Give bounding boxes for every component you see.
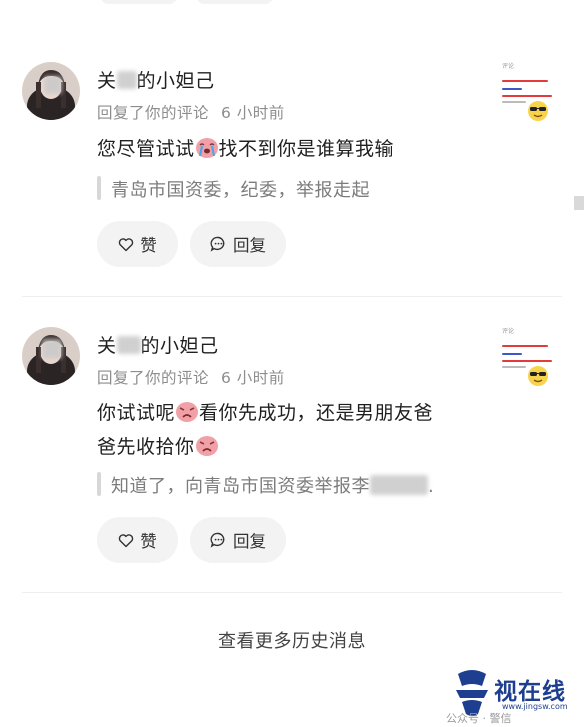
like-label: 赞 <box>140 532 157 551</box>
reply-text: 你试试呢 看你先成功，还是男朋友爸 爸先收拾你 <box>97 398 477 466</box>
quoted-comment: 青岛市国资委，纪委，举报走起 <box>111 180 370 201</box>
divider <box>22 296 562 297</box>
quoted-blur <box>370 475 428 495</box>
watermark-url: www.jingsw.com <box>502 702 568 711</box>
timestamp: 6 小时前 <box>221 369 285 387</box>
like-button[interactable]: 赞 <box>97 517 178 563</box>
reply-text-part: 您尽管试试 <box>97 138 195 160</box>
heart-icon <box>118 237 134 252</box>
watermark-account: 公众号 · 警信 <box>446 712 512 725</box>
thumbnail-line <box>502 101 526 103</box>
original-post-thumbnail[interactable]: 评论 <box>502 323 558 401</box>
comment-meta: 回复了你的评论 6 小时前 <box>97 101 285 123</box>
thumbnail-line <box>502 88 522 90</box>
thumbnail-line <box>502 345 548 347</box>
reply-label: 回复 <box>233 532 266 551</box>
avatar-blur <box>44 76 62 94</box>
user-name-prefix: 关 <box>97 335 117 357</box>
action-text: 回复了你的评论 <box>97 369 210 387</box>
reply-button[interactable]: 回复 <box>190 221 286 267</box>
view-more-history-link[interactable]: 查看更多历史消息 <box>0 627 584 653</box>
angry-emoji <box>175 400 199 432</box>
thumbnail-header: 评论 <box>502 328 515 335</box>
watermark-text: 视在线 <box>494 678 566 705</box>
quote-bar <box>97 176 101 200</box>
action-text: 回复了你的评论 <box>97 104 210 122</box>
crying-emoji <box>195 136 219 168</box>
user-name-suffix: 的小妲己 <box>140 335 219 357</box>
heart-icon <box>118 533 134 548</box>
comment-meta: 回复了你的评论 6 小时前 <box>97 366 285 388</box>
reply-line: 你试试呢 看你先成功，还是男朋友爸 <box>97 398 477 432</box>
divider <box>22 592 562 593</box>
avatar-blur <box>42 339 62 359</box>
reply-text-part: 爸先收拾你 <box>97 436 195 458</box>
watermark: 视在线 www.jingsw.com 公众号 · 警信 <box>444 668 580 725</box>
quoted-text-part: 知道了，向青岛市国资委举报李 <box>111 476 370 497</box>
user-name[interactable]: 关的小妲己 <box>97 66 215 93</box>
chat-bubble-icon <box>210 532 227 548</box>
angry-emoji <box>195 434 219 466</box>
reply-line: 爸先收拾你 <box>97 432 477 466</box>
sunglasses-emoji <box>528 101 548 121</box>
thumbnail-line <box>502 353 522 355</box>
user-name[interactable]: 关 的小妲己 <box>97 331 219 358</box>
previous-like-button-stub <box>100 0 178 4</box>
timestamp: 6 小时前 <box>221 104 285 122</box>
reply-button[interactable]: 回复 <box>190 517 286 563</box>
scroll-indicator <box>574 196 584 210</box>
avatar[interactable] <box>22 62 80 120</box>
thumbnail-line <box>502 95 552 97</box>
reply-text: 您尽管试试 找不到你是谁算我输 <box>97 134 394 168</box>
reply-text-part: 你试试呢 <box>97 402 176 424</box>
reply-label: 回复 <box>233 236 266 255</box>
sunglasses-emoji <box>528 366 548 386</box>
thumbnail-line <box>502 80 548 82</box>
user-name-prefix: 关 <box>97 70 117 92</box>
reply-text-part: 找不到你是谁算我输 <box>218 138 395 160</box>
quoted-comment: 知道了，向青岛市国资委举报李. <box>111 472 434 498</box>
avatar[interactable] <box>22 327 80 385</box>
thumbnail-line <box>502 360 552 362</box>
quote-bar <box>97 472 101 496</box>
thumbnail-header: 评论 <box>502 63 515 70</box>
name-blur <box>116 71 137 89</box>
reply-text-part: 看你先成功，还是男朋友爸 <box>199 402 434 424</box>
like-button[interactable]: 赞 <box>97 221 178 267</box>
chat-bubble-icon <box>210 236 227 252</box>
thumbnail-line <box>502 366 526 368</box>
name-blur <box>116 336 141 354</box>
like-label: 赞 <box>140 236 157 255</box>
previous-reply-button-stub <box>196 0 274 4</box>
user-name-suffix: 的小妲己 <box>136 70 215 92</box>
original-post-thumbnail[interactable]: 评论 <box>502 58 558 136</box>
quoted-text-part: . <box>428 476 435 497</box>
